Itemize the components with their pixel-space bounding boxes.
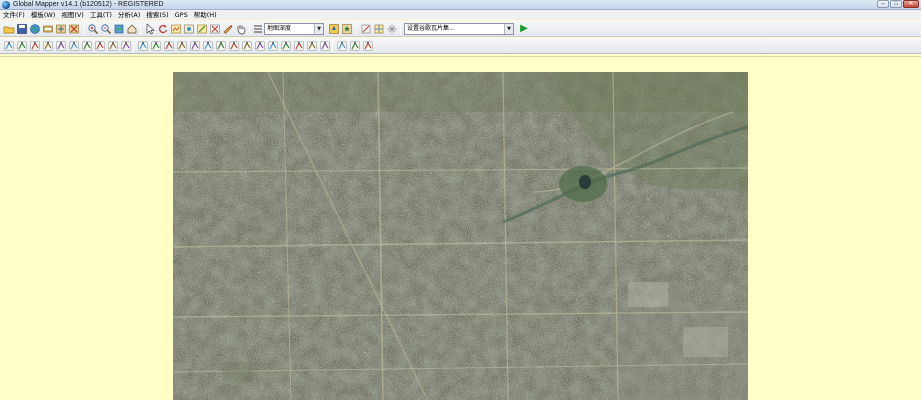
export-icon[interactable]: [55, 23, 67, 35]
close-layers-icon[interactable]: [68, 23, 80, 35]
shape-merge-icon[interactable]: [267, 40, 279, 52]
save-icon[interactable]: [16, 23, 28, 35]
window-controls: – □ ✕: [877, 0, 919, 8]
paint-icon[interactable]: [222, 23, 234, 35]
toolbar-separator: [140, 23, 141, 35]
title-bar: Global Mapper v14.1 (b120512) - REGISTER…: [0, 0, 921, 10]
hand-icon[interactable]: [235, 23, 247, 35]
shape-pen-icon[interactable]: [189, 40, 201, 52]
map-workspace[interactable]: [0, 56, 921, 400]
toolbar-separator: [356, 23, 357, 35]
shape-fill-icon[interactable]: [293, 40, 305, 52]
rotate-icon[interactable]: [157, 23, 169, 35]
shape-delete-icon[interactable]: [319, 40, 331, 52]
close-button[interactable]: ✕: [903, 0, 919, 8]
open-folder-icon[interactable]: [3, 23, 15, 35]
menu-analysis[interactable]: 分析(A): [115, 10, 144, 20]
sparkle-icon[interactable]: [386, 23, 398, 35]
overlay-select-value: 设置谷歌瓦片集...: [407, 25, 455, 32]
overlay-icon[interactable]: [360, 23, 372, 35]
shape-outline-icon[interactable]: [306, 40, 318, 52]
layer-list-icon[interactable]: [252, 23, 264, 35]
vector-icon[interactable]: [209, 23, 221, 35]
layer-select-value: 地图深度: [267, 25, 292, 32]
home-icon[interactable]: [126, 23, 138, 35]
shape-copy-icon[interactable]: [241, 40, 253, 52]
menu-gps[interactable]: GPS: [172, 10, 191, 20]
line-join-icon[interactable]: [55, 40, 67, 52]
path-icon[interactable]: [150, 40, 162, 52]
main-toolbar: 地图深度 ▼ 设置谷歌瓦片集... ▼ ▶: [0, 21, 921, 37]
digitize-icon[interactable]: [3, 40, 15, 52]
play-icon[interactable]: ▶: [518, 23, 530, 35]
pointer-icon[interactable]: [144, 23, 156, 35]
zoom-full-icon[interactable]: [113, 23, 125, 35]
shape-cut-icon[interactable]: [215, 40, 227, 52]
line-split-icon[interactable]: [42, 40, 54, 52]
vertex-add-icon[interactable]: [81, 40, 93, 52]
shape-ruler-icon[interactable]: [176, 40, 188, 52]
window-title: Global Mapper v14.1 (b120512) - REGISTER…: [13, 1, 164, 8]
maximize-button[interactable]: □: [890, 0, 902, 8]
toolbar-separator: [332, 40, 333, 52]
line-edit-icon[interactable]: [29, 40, 41, 52]
grid-tool-icon[interactable]: [373, 23, 385, 35]
arc-icon[interactable]: [336, 40, 348, 52]
star-tool-icon[interactable]: [341, 23, 353, 35]
app-globe-icon: [2, 1, 10, 9]
shape-edit-icon[interactable]: [163, 40, 175, 52]
shape-move-icon[interactable]: [202, 40, 214, 52]
map-layout-icon[interactable]: [170, 23, 182, 35]
area-icon[interactable]: [16, 40, 28, 52]
menu-view[interactable]: 视图(V): [58, 10, 87, 20]
toolbar-separator: [249, 23, 250, 35]
feature-stack-icon[interactable]: [120, 40, 132, 52]
shape-split-icon[interactable]: [280, 40, 292, 52]
menu-help[interactable]: 帮助(H): [191, 10, 220, 20]
layer-select[interactable]: 地图深度 ▼: [264, 23, 324, 35]
menu-file[interactable]: 文件(F): [0, 10, 28, 20]
menu-bar: 文件(F) 模板(W) 视图(V) 工具(T) 分析(A) 搜索(S) GPS …: [0, 10, 921, 20]
toolbar-separator: [133, 40, 134, 52]
shape-scale-icon[interactable]: [254, 40, 266, 52]
paint-bucket-icon[interactable]: [328, 23, 340, 35]
zoom-in-icon[interactable]: [87, 23, 99, 35]
line-select-icon[interactable]: [68, 40, 80, 52]
curve-icon[interactable]: [349, 40, 361, 52]
digitizer-toolbar: [0, 38, 921, 54]
zoom-out-icon[interactable]: [100, 23, 112, 35]
menu-search[interactable]: 搜索(S): [143, 10, 171, 20]
crop-icon[interactable]: [196, 23, 208, 35]
menu-template[interactable]: 模板(W): [28, 10, 59, 20]
shape-rotate-icon[interactable]: [228, 40, 240, 52]
minimize-button[interactable]: –: [877, 0, 889, 8]
overlay-select[interactable]: 设置谷歌瓦片集... ▼: [404, 23, 514, 35]
vertex-move-icon[interactable]: [107, 40, 119, 52]
measure-icon[interactable]: [137, 40, 149, 52]
satellite-map-image[interactable]: [173, 72, 748, 400]
globe-icon[interactable]: [29, 23, 41, 35]
loop-icon[interactable]: [362, 40, 374, 52]
toolbar-separator: [400, 23, 401, 35]
toolbar-separator: [83, 23, 84, 35]
chevron-down-icon[interactable]: ▼: [504, 24, 513, 34]
menu-tools[interactable]: 工具(T): [87, 10, 115, 20]
print-icon[interactable]: [42, 23, 54, 35]
vertex-del-icon[interactable]: [94, 40, 106, 52]
layer-icon[interactable]: [183, 23, 195, 35]
chevron-down-icon[interactable]: ▼: [314, 24, 323, 34]
